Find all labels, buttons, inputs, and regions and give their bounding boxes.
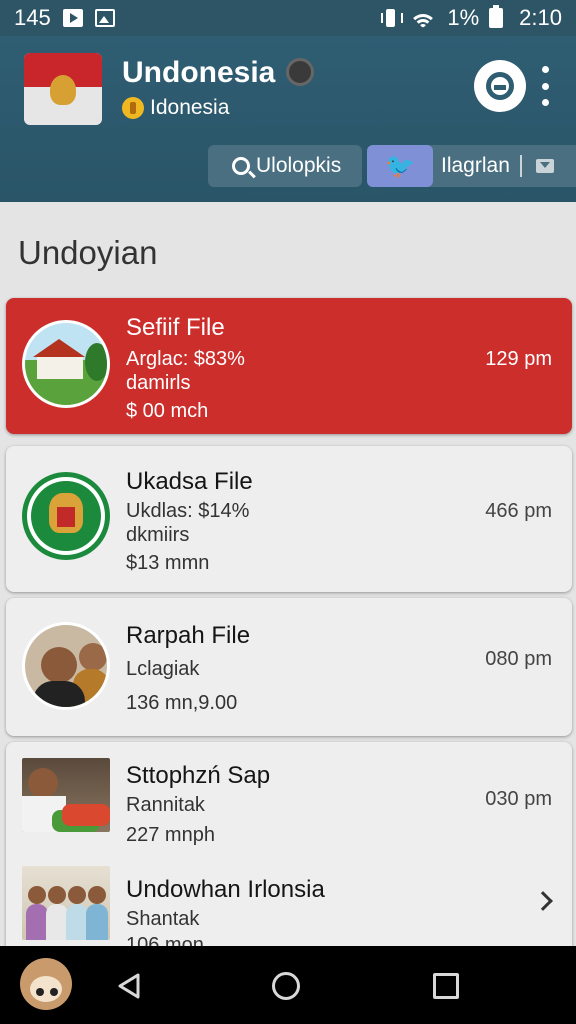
item-time: 080 pm xyxy=(485,648,552,670)
app-title: Undonesia xyxy=(122,56,276,89)
emblem-thumbnail xyxy=(22,472,110,560)
kitchen-thumbnail xyxy=(22,758,110,832)
item-time: 466 pm xyxy=(485,500,552,522)
profile-button[interactable] xyxy=(474,60,526,112)
app-bar: Undonesia Idonesia Ulolopkis 🐦 Ilagrlan xyxy=(0,36,576,202)
filter-dropdown[interactable]: 🐦 Ilagrlan xyxy=(367,145,576,187)
item-time: 129 pm xyxy=(485,348,552,370)
more-dot-icon xyxy=(541,99,549,106)
more-options-button[interactable] xyxy=(538,66,552,106)
status-time: 2:10 xyxy=(519,5,562,30)
list-item[interactable]: Ukadsa File Ukdlas: $14% dkmiirs $13 mmn… xyxy=(6,446,572,592)
app-subtitle-text: Idonesia xyxy=(150,96,230,119)
item-line: Arglac: $83% xyxy=(126,348,245,370)
list-item[interactable]: Sttophzń Sap Rannitak 227 mnph 030 pm xyxy=(6,742,572,846)
item-line: Shantak xyxy=(126,908,200,930)
list-item[interactable]: Sefiif File Arglac: $83% damirls $ 00 mc… xyxy=(6,298,572,434)
item-line: $13 mmn xyxy=(126,552,210,574)
chevron-right-icon xyxy=(533,891,553,911)
home-icon[interactable] xyxy=(272,972,300,1000)
badge-icon xyxy=(122,97,144,119)
item-line: dkmiirs xyxy=(126,524,190,546)
gallery-icon xyxy=(94,9,115,27)
status-bar: 145 1% 2:10 xyxy=(0,0,576,36)
more-dot-icon xyxy=(541,66,549,73)
battery-percent: 1% xyxy=(447,5,480,30)
section-title: Undoyian xyxy=(18,234,158,271)
item-line: 136 mn,9.00 xyxy=(126,692,238,714)
back-icon[interactable] xyxy=(116,972,142,1000)
recents-icon[interactable] xyxy=(433,973,459,999)
item-title: Undowhan Irlonsia xyxy=(126,876,325,903)
wifi-icon xyxy=(409,8,438,28)
item-title: Rarpah File xyxy=(126,622,251,649)
search-icon xyxy=(232,157,250,175)
item-line: $ 00 mch xyxy=(126,400,209,422)
list-item[interactable]: Undowhan Irlonsia Shantak 106 mon xyxy=(6,854,572,958)
search-button[interactable]: Ulolopkis xyxy=(208,145,362,187)
pet-avatar-icon[interactable] xyxy=(20,958,72,1010)
item-title: Sttophzń Sap xyxy=(126,762,271,789)
divider xyxy=(519,155,522,177)
navigation-bar xyxy=(0,946,576,1024)
verified-icon xyxy=(286,58,314,86)
more-dot-icon xyxy=(541,82,549,90)
people-thumbnail xyxy=(22,622,110,710)
house-thumbnail xyxy=(22,320,110,408)
list-group: Sttophzń Sap Rannitak 227 mnph 030 pm Un… xyxy=(6,742,572,958)
list-item[interactable]: Rarpah File Lclagiak 136 mn,9.00 080 pm xyxy=(6,598,572,736)
headset-icon xyxy=(486,72,514,100)
item-time: 030 pm xyxy=(485,788,552,810)
item-title: Ukadsa File xyxy=(126,468,253,495)
item-title: Sefiif File xyxy=(126,314,225,341)
family-thumbnail xyxy=(22,866,110,940)
item-line: Rannitak xyxy=(126,794,205,816)
app-subtitle: Idonesia xyxy=(122,96,229,120)
youtube-icon xyxy=(62,9,83,27)
status-left-text: 145 xyxy=(14,5,51,30)
battery-icon xyxy=(489,5,504,28)
item-line: damirls xyxy=(126,372,191,394)
item-line: Lclagiak xyxy=(126,658,200,680)
filter-label: Ilagrlan xyxy=(441,154,510,177)
search-label: Ulolopkis xyxy=(256,154,342,177)
item-line: 227 mnph xyxy=(126,824,215,846)
chevron-down-icon xyxy=(535,159,554,173)
bird-icon: 🐦 xyxy=(367,145,433,187)
app-logo xyxy=(24,53,102,125)
vibrate-icon xyxy=(381,9,404,27)
item-line: Ukdlas: $14% xyxy=(126,500,250,522)
